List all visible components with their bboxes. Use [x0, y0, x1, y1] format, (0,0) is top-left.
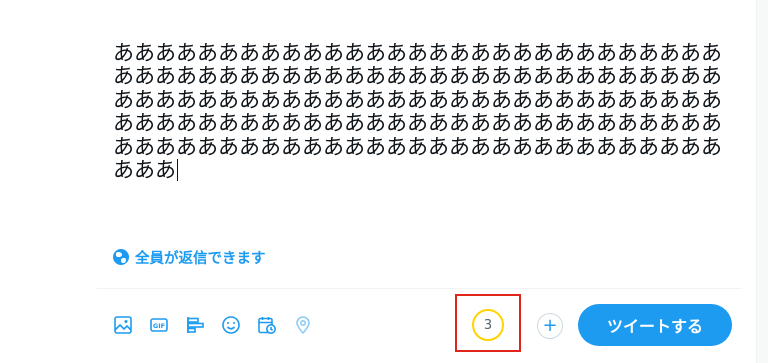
character-counter: 3: [472, 309, 504, 341]
reply-setting-label: 全員が返信できます: [135, 250, 266, 267]
plus-icon: +: [542, 315, 558, 336]
gif-icon[interactable]: GIF: [149, 315, 169, 335]
image-icon[interactable]: [113, 315, 133, 335]
gif-label: GIF: [153, 322, 165, 330]
location-icon[interactable]: [293, 315, 313, 335]
add-tweet-button[interactable]: +: [537, 313, 563, 339]
schedule-icon[interactable]: [257, 315, 277, 335]
emoji-icon[interactable]: [221, 315, 241, 335]
globe-icon: [113, 249, 129, 265]
divider: [97, 288, 741, 289]
tweet-text: ああああああああああああああああああああああああああああああああああああああああ…: [113, 41, 722, 183]
reply-setting-button[interactable]: 全員が返信できます: [113, 246, 266, 268]
tweet-textarea[interactable]: ああああああああああああああああああああああああああああああああああああああああ…: [113, 41, 738, 183]
tweet-button[interactable]: ツイートする: [578, 304, 732, 346]
compose-toolbar: GIF: [113, 312, 313, 338]
text-caret: [177, 159, 178, 182]
compose-card: ああああああああああああああああああああああああああああああああああああああああ…: [0, 0, 757, 363]
remaining-count: 3: [483, 317, 493, 333]
poll-icon[interactable]: [185, 315, 205, 335]
